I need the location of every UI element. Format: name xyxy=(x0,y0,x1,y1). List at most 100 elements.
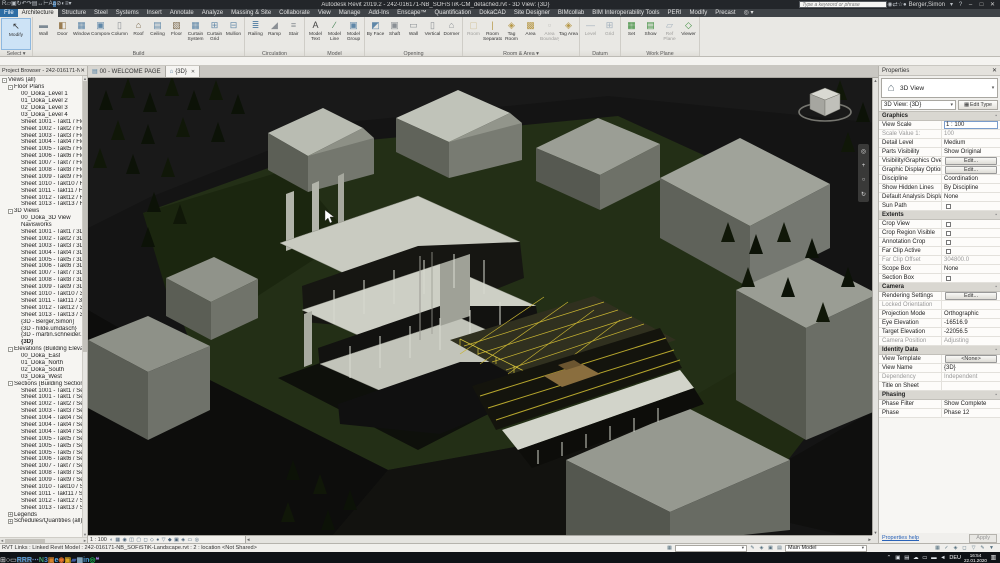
worksharing-display-icon[interactable]: ◆ xyxy=(168,537,172,543)
app-orange-icon[interactable]: ▣ xyxy=(48,557,55,563)
ribbon-tab-bimcollab[interactable]: BIMcollab xyxy=(554,9,588,17)
tree-item-3d[interactable]: {3D} xyxy=(0,339,82,346)
expand-icon[interactable]: + xyxy=(8,512,13,517)
tree-item-00-doka-level-1[interactable]: 00_Doka_Level 1 xyxy=(0,91,82,98)
tree-item-sheet-1008-takt8-section[interactable]: Sheet 1008 - Takt8 / Section xyxy=(0,470,82,477)
section-header-identity-data[interactable]: Identity Data▪ xyxy=(879,346,1000,355)
property-button[interactable]: Edit... xyxy=(945,166,997,174)
reveal-hidden-icon[interactable]: ● xyxy=(156,537,159,543)
worksets-icon[interactable]: ▦ xyxy=(934,545,941,551)
visual-style-icon[interactable]: ◐ xyxy=(110,537,113,543)
room-separator-button[interactable]: |Room Separator xyxy=(483,18,502,50)
zoom-icon[interactable]: ○ xyxy=(862,177,866,183)
design-options-edit-icon[interactable]: ▤ xyxy=(776,545,783,551)
instance-selector[interactable]: 3D View: {3D} ▾ xyxy=(881,100,956,110)
ribbon-tab-bim-interoperability-tools[interactable]: BIM Interoperability Tools xyxy=(588,9,663,17)
property-checkbox[interactable] xyxy=(946,222,951,227)
tree-item-sheet-1013-takt13-section[interactable]: Sheet 1013 - Takt13 / Section xyxy=(0,504,82,511)
ribbon-group-label[interactable]: Work Plane xyxy=(621,50,699,57)
tree-item-sheet-1008-takt8-3d-view[interactable]: Sheet 1008 - Takt8 / 3D View xyxy=(0,277,82,284)
properties-help-link[interactable]: Properties help xyxy=(882,535,919,541)
tree-item-sheet-1007-takt7-3d-view[interactable]: Sheet 1007 - Takt7 / 3D View xyxy=(0,270,82,277)
mullion-button[interactable]: ⊟Mullion xyxy=(224,18,243,50)
tree-item-01-doka-north[interactable]: 01_Doka_North xyxy=(0,360,82,367)
viewer-button[interactable]: ◇Viewer xyxy=(679,18,698,50)
property-checkbox[interactable] xyxy=(946,249,951,254)
model-text-button[interactable]: AModel Text xyxy=(306,18,325,50)
tree-item-3d-martin-schneider-doka[interactable]: {3D - martin.schneider.doka} xyxy=(0,332,82,339)
project-browser-close-icon[interactable]: ✕ xyxy=(80,68,85,74)
realistic-icon[interactable]: ◎ xyxy=(195,537,199,543)
tree-item-sheet-1009-takt9-floor-pla[interactable]: Sheet 1009 - Takt9 / Floor Pla xyxy=(0,173,82,180)
window-button[interactable]: ▦Window xyxy=(72,18,91,50)
signed-in-user[interactable]: Berger,Simon xyxy=(909,2,945,8)
ribbon-tab-collaborate[interactable]: Collaborate xyxy=(275,9,314,17)
tree-item-sheet-1010-takt10-section[interactable]: Sheet 1010 - Takt10 / Section xyxy=(0,484,82,491)
canvas-hscrollbar[interactable]: ◄► xyxy=(246,535,872,543)
canvas-vscrollbar[interactable]: ▲▼ xyxy=(872,78,878,535)
tree-item-elevations-building-elevation[interactable]: -Elevations (Building Elevation) xyxy=(0,346,82,353)
tree-item-sections-building-section[interactable]: -Sections (Building Section) xyxy=(0,380,82,387)
collapse-icon[interactable]: - xyxy=(8,381,13,386)
sun-path-icon[interactable]: ◉ xyxy=(123,537,127,543)
set-button[interactable]: ▦Set xyxy=(622,18,641,50)
temporary-hide-icon[interactable]: ◇ xyxy=(150,537,154,543)
teams-icon[interactable]: ⋯ xyxy=(32,557,39,563)
ribbon-tab-structure[interactable]: Structure xyxy=(58,9,90,17)
expand-icon[interactable]: + xyxy=(8,519,13,524)
tree-item-sheet-1006-takt6-section[interactable]: Sheet 1006 - Takt6 / Section xyxy=(0,456,82,463)
property-checkbox[interactable] xyxy=(946,276,951,281)
property-checkbox[interactable] xyxy=(946,231,951,236)
collapse-icon[interactable]: - xyxy=(2,78,7,83)
temporary-view-icon[interactable]: ▽ xyxy=(970,545,977,551)
section-collapse-icon[interactable]: ▪ xyxy=(995,283,997,291)
tree-item-sheet-1012-takt12-floor-p[interactable]: Sheet 1012 - Takt12 / Floor P xyxy=(0,194,82,201)
property-checkbox[interactable] xyxy=(946,240,951,245)
workset-dropdown[interactable]: ▾ xyxy=(675,545,747,552)
roof-button[interactable]: ⌂Roof xyxy=(129,18,148,50)
area-boundary-button[interactable]: ▫Area Boundary xyxy=(540,18,559,50)
section-header-graphics[interactable]: Graphics▪ xyxy=(879,112,1000,121)
crop-icon[interactable]: ▢ xyxy=(136,537,141,543)
tree-item-sheet-1011-takt11-section[interactable]: Sheet 1011 - Takt11 / Section xyxy=(0,490,82,497)
tree-item-01-doka-level-2[interactable]: 01_Doka_Level 2 xyxy=(0,98,82,105)
ribbon-tab-site-designer[interactable]: Site Designer xyxy=(510,9,554,17)
tree-item-sheet-1003-takt3-section[interactable]: Sheet 1003 - Takt3 / Section xyxy=(0,408,82,415)
by-face-button[interactable]: ◩By Face xyxy=(366,18,385,50)
ref-plane-button[interactable]: ▱Ref Plane xyxy=(660,18,679,50)
ribbon-group-label[interactable]: Datum xyxy=(580,50,620,57)
tree-item-03-doka-west[interactable]: 03_Doka_West xyxy=(0,373,82,380)
app-chat-icon[interactable]: ❝ xyxy=(96,557,100,563)
tree-item-sheet-1008-takt8-floor-pla[interactable]: Sheet 1008 - Takt8 / Floor Pla xyxy=(0,167,82,174)
tree-item-schedules-quantities-all[interactable]: +Schedules/Quantities (all) xyxy=(0,518,82,525)
chevron-up-icon[interactable]: ⌃ xyxy=(885,555,892,561)
ribbon-tab-massing-site[interactable]: Massing & Site xyxy=(227,9,275,17)
section-collapse-icon[interactable]: ▪ xyxy=(995,391,997,399)
folder-icon[interactable]: ▭ xyxy=(921,555,928,561)
view-scale-control[interactable]: 1 : 100 xyxy=(90,537,107,543)
tree-item-sheet-1013-takt13-3d-vie[interactable]: Sheet 1013 - Takt13 / 3D Vie xyxy=(0,311,82,318)
grid-button[interactable]: ⊞Grid xyxy=(600,18,619,50)
ribbon-tab-precast[interactable]: Precast xyxy=(711,9,739,17)
tree-item-sheet-1009-takt9-3d-view[interactable]: Sheet 1009 - Takt9 / 3D View xyxy=(0,284,82,291)
tree-item-sheet-1004-takt4-floor-pla[interactable]: Sheet 1004 - Takt4 / Floor Pla xyxy=(0,139,82,146)
property-button[interactable]: Edit... xyxy=(945,157,997,165)
tree-item-sheet-1003-takt3-3d-view[interactable]: Sheet 1003 - Takt3 / 3D View xyxy=(0,242,82,249)
monitor-icon[interactable]: ▬ xyxy=(930,555,937,561)
ribbon-tab-architecture[interactable]: Architecture xyxy=(18,9,58,17)
active-tool-indicator-icon[interactable]: ◎ ▾ xyxy=(740,9,758,17)
ribbon-group-label[interactable]: Room & Area ▾ xyxy=(463,50,579,57)
tree-item-sheet-1005-takt5-section[interactable]: Sheet 1005 - Takt5 / Section xyxy=(0,435,82,442)
firefox-icon[interactable]: ◉ xyxy=(58,557,64,563)
task-view-icon[interactable]: ▭ xyxy=(10,557,17,563)
tree-item-sheet-1010-takt10-3d-vie[interactable]: Sheet 1010 - Takt10 / 3D Vie xyxy=(0,291,82,298)
section-collapse-icon[interactable]: ▪ xyxy=(995,211,997,219)
tree-item-sheet-1009-takt9-section[interactable]: Sheet 1009 - Takt9 / Section xyxy=(0,477,82,484)
floor-button[interactable]: ▧Floor xyxy=(167,18,186,50)
ribbon-tab-quantification[interactable]: Quantification xyxy=(431,9,476,17)
tree-item-floor-plans[interactable]: -Floor Plans xyxy=(0,84,82,91)
close-view-icon[interactable]: ✕ xyxy=(191,69,195,75)
detail-level-icon[interactable]: ▦ xyxy=(115,537,120,543)
section-header-phasing[interactable]: Phasing▪ xyxy=(879,391,1000,400)
wall-button[interactable]: ▭Wall xyxy=(404,18,423,50)
